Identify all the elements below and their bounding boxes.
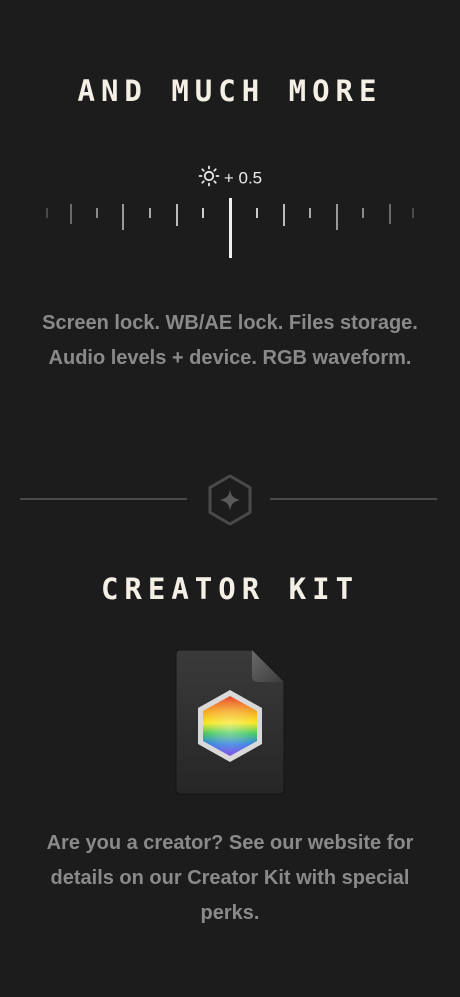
sparkle-hexagon-icon <box>208 474 252 526</box>
ruler-tick <box>336 204 338 230</box>
ruler-tick <box>362 208 364 218</box>
ruler-tick <box>176 204 178 226</box>
and-much-more-description: Screen lock. WB/AE lock. Files storage. … <box>42 312 418 369</box>
ruler-tick <box>46 208 48 218</box>
creator-kit-description: Are you a creator? See our website for d… <box>46 832 414 924</box>
section-title-creator-kit: CREATOR KIT <box>100 572 360 606</box>
ruler-ticks <box>46 198 414 258</box>
divider-line-left <box>20 498 187 500</box>
ruler-tick-current <box>229 198 232 258</box>
ruler-tick <box>96 208 98 218</box>
section-title-and-much-more: AND MUCH MORE <box>77 74 383 108</box>
brightness-icon <box>198 165 220 192</box>
creator-kit-file-icon <box>175 649 285 795</box>
ruler-tick <box>389 204 391 224</box>
ruler-tick <box>256 208 258 218</box>
ruler-tick <box>70 204 72 224</box>
exposure-readout: + 0.5 <box>0 165 460 192</box>
ruler-tick <box>309 208 311 218</box>
ruler-tick <box>412 208 414 218</box>
ruler-tick <box>283 204 285 226</box>
ruler-tick <box>202 208 204 218</box>
exposure-value: + 0.5 <box>223 168 263 188</box>
divider-line-right <box>270 498 437 500</box>
exposure-slider-ruler[interactable] <box>0 196 460 260</box>
ruler-tick <box>149 208 151 218</box>
ruler-tick <box>122 204 124 230</box>
